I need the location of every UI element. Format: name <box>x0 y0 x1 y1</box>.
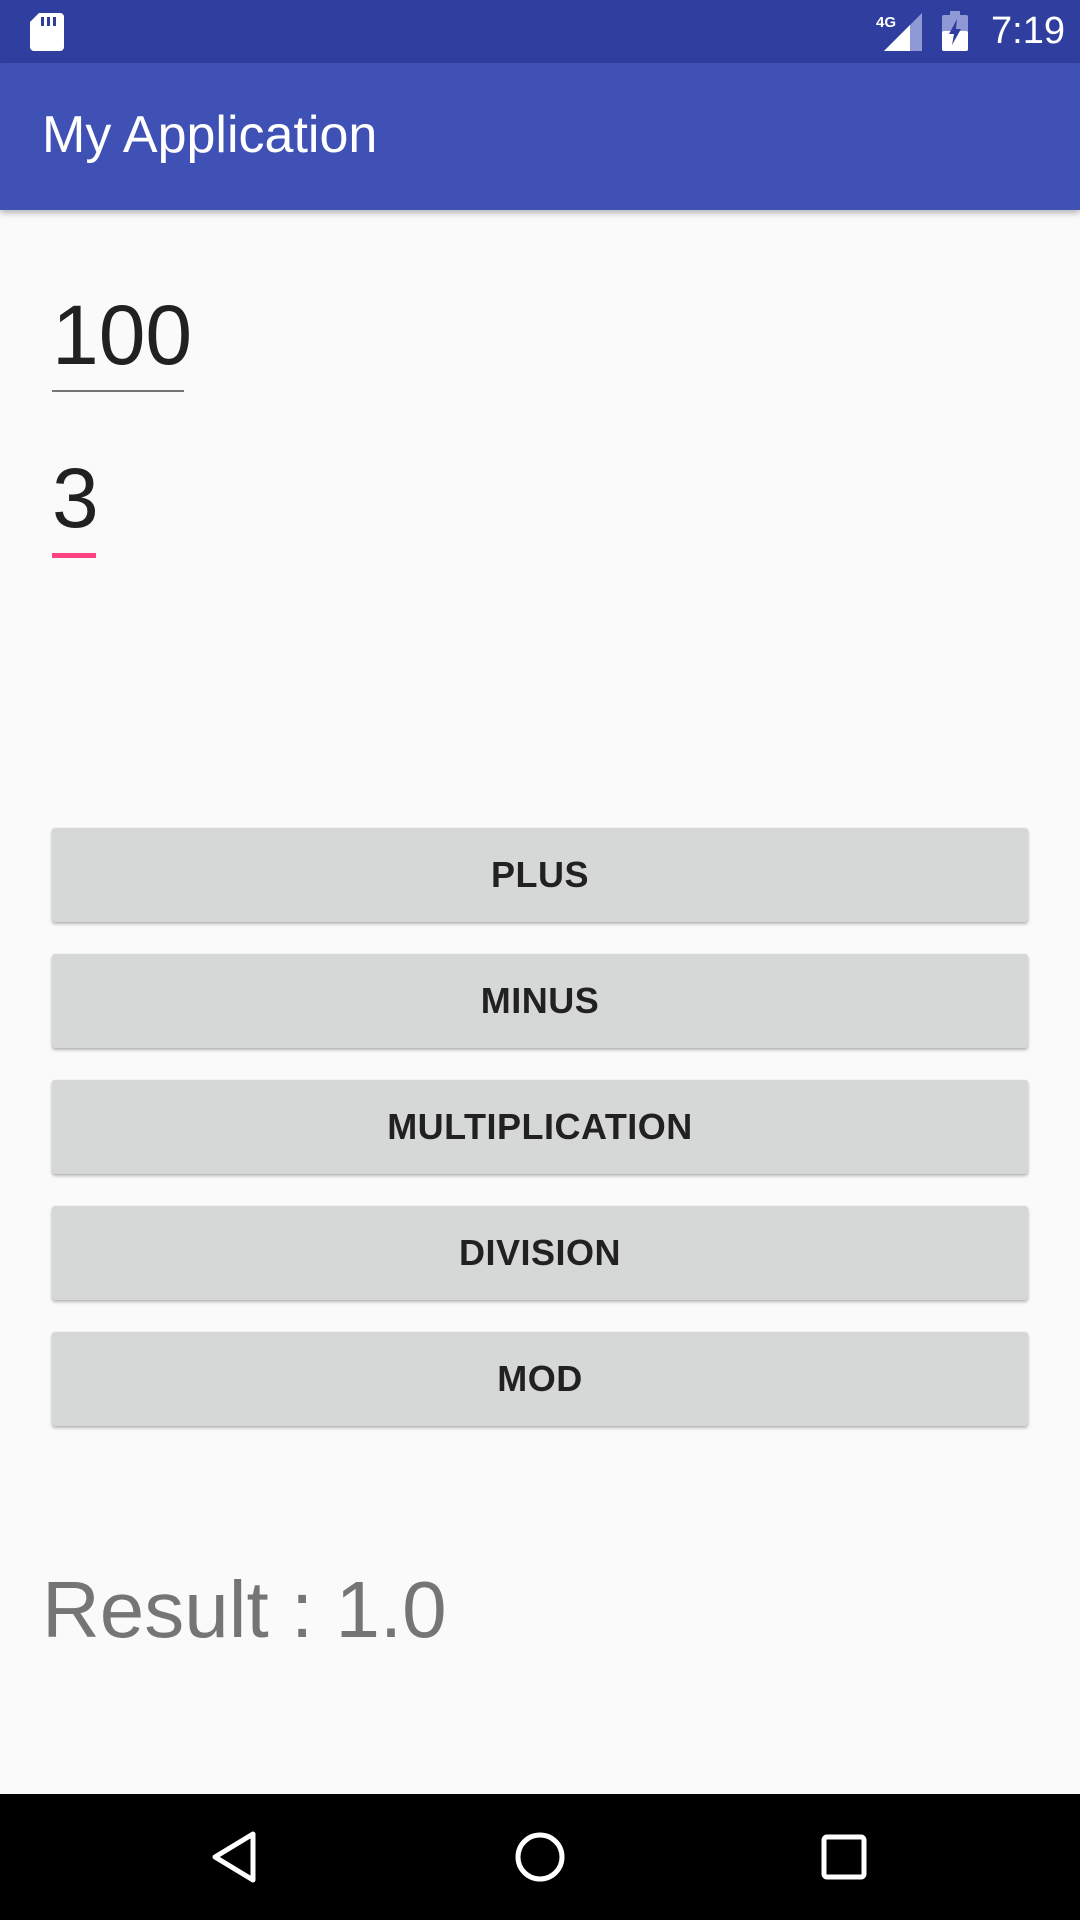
second-number-value[interactable]: 3 <box>52 448 99 548</box>
signal-4g-icon: 4G <box>876 13 922 51</box>
network-type-label: 4G <box>876 14 896 31</box>
app-title: My Application <box>42 106 378 164</box>
app-bar: My Application <box>0 63 1080 210</box>
status-bar: 4G 7:19 <box>0 0 1080 63</box>
recents-icon[interactable] <box>809 1822 879 1892</box>
second-number-underline <box>52 553 96 558</box>
second-number-field[interactable]: 3 <box>52 448 99 558</box>
first-number-value[interactable]: 100 <box>52 285 192 385</box>
status-bar-clock: 7:19 <box>991 10 1065 52</box>
battery-charging-icon <box>942 11 968 51</box>
result-text: Result : 1.0 <box>42 1565 447 1654</box>
mod-button[interactable]: MOD <box>52 1332 1028 1426</box>
sd-card-icon <box>30 13 64 51</box>
plus-button[interactable]: PLUS <box>52 828 1028 922</box>
navigation-bar <box>0 1794 1080 1920</box>
screen: 4G 7:19 My Application 100 3 PLUS MINUS … <box>0 0 1080 1920</box>
first-number-underline <box>52 390 184 392</box>
minus-button[interactable]: MINUS <box>52 954 1028 1048</box>
home-icon[interactable] <box>505 1822 575 1892</box>
multiplication-button[interactable]: MULTIPLICATION <box>52 1080 1028 1174</box>
back-icon[interactable] <box>201 1822 271 1892</box>
first-number-field[interactable]: 100 <box>52 285 192 392</box>
division-button[interactable]: DIVISION <box>52 1206 1028 1300</box>
